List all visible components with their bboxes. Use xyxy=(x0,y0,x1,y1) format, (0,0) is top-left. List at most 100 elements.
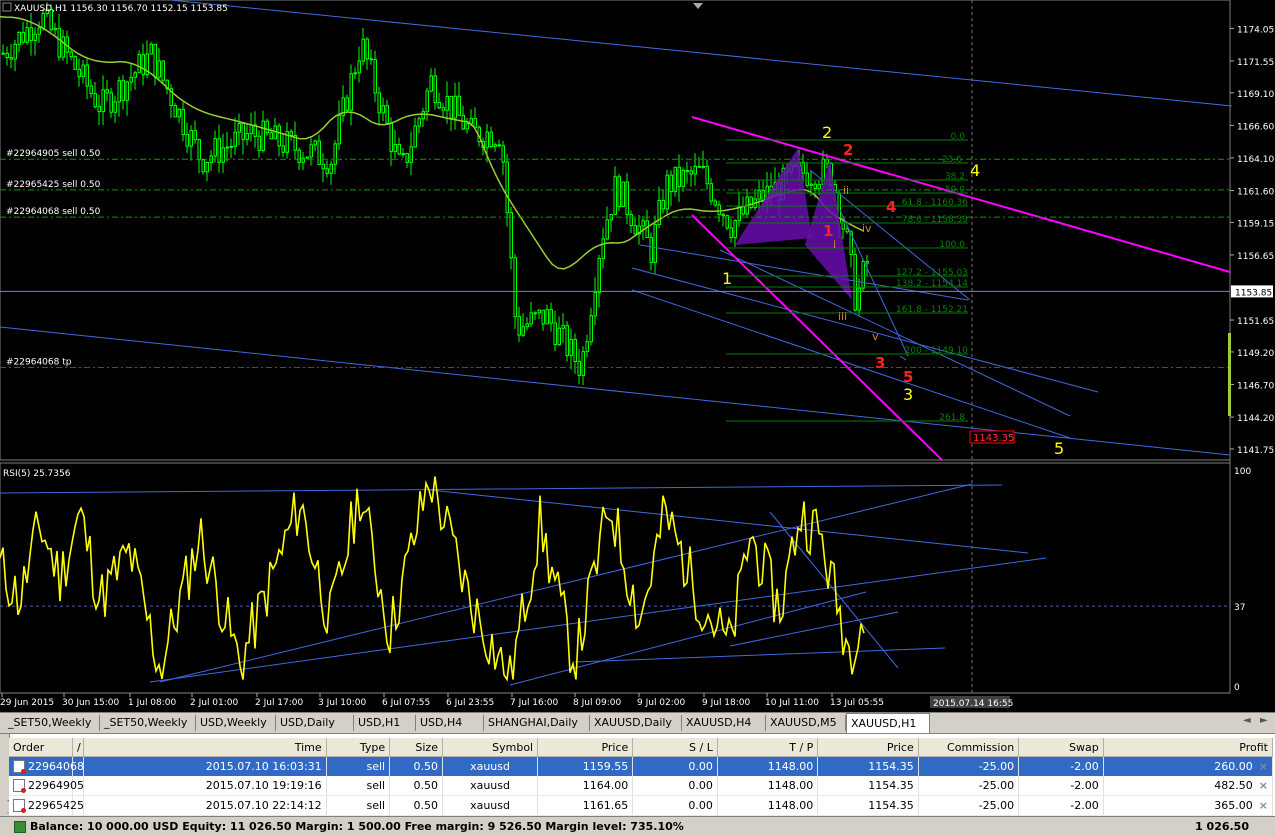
order-cell: 2015.07.10 19:19:16 xyxy=(83,776,327,796)
candle-body xyxy=(597,258,601,294)
column-header-11[interactable]: Swap xyxy=(1018,738,1104,757)
total-profit: 1 026.50 xyxy=(1195,820,1249,833)
candle-body xyxy=(425,90,429,113)
tab-xauusd-m5[interactable]: XAUUSD,M5 xyxy=(766,715,846,731)
order-cell: sell xyxy=(326,756,391,776)
chart-area[interactable]: 1174.05 1171.55 1169.10 1166.60 1164.10 1161.… xyxy=(0,0,1275,712)
order-row[interactable]: 22964905 2015.07.10 19:19:16 sell 0.50 xauus… xyxy=(9,776,1274,796)
order-row[interactable]: 22964068 2015.07.10 16:03:31 sell 0.50 xauus… xyxy=(9,756,1274,776)
order-line-label: #22964068 sell 0.50 xyxy=(6,207,101,217)
wave-label-orange: iii xyxy=(838,310,847,323)
candle-body xyxy=(697,165,701,168)
tab-usd-weekly[interactable]: USD,Weekly xyxy=(196,715,276,731)
candle-body xyxy=(381,105,385,114)
candle-body xyxy=(97,106,101,113)
order-cell: 1154.35 xyxy=(817,756,919,776)
order-cell: 0.00 xyxy=(632,776,718,796)
candle-body xyxy=(237,123,241,133)
time-tick-label: 6 Jul 07:55 xyxy=(382,698,430,708)
tab-xauusd-h4[interactable]: XAUUSD,H4 xyxy=(682,715,766,731)
order-cell: 0.50 xyxy=(389,776,443,796)
candle-body xyxy=(813,183,817,189)
candle-body xyxy=(233,131,237,147)
wave-label-red: 3 xyxy=(875,354,885,372)
column-header-12[interactable]: Profit xyxy=(1103,738,1274,757)
candle-body xyxy=(489,131,493,148)
candle-body xyxy=(1,52,5,55)
order-id-cell: 22964068 xyxy=(9,756,84,776)
order-line-label: #22964905 sell 0.50 xyxy=(6,149,101,159)
candle-body xyxy=(241,123,245,140)
order-cell: sell xyxy=(326,795,391,816)
column-header-6[interactable]: Price xyxy=(537,738,634,757)
candle-body xyxy=(81,64,85,78)
order-cell: -25.00 xyxy=(918,776,1020,796)
candle-body xyxy=(93,93,97,108)
candle-body xyxy=(197,139,201,161)
rsi-trend-line xyxy=(0,484,1003,494)
candle-body xyxy=(53,27,57,31)
candle-body xyxy=(221,147,225,163)
candle-body xyxy=(89,85,93,95)
tab-scroll-right-icon[interactable]: ► xyxy=(1260,715,1268,726)
candle-body xyxy=(645,220,649,239)
candle-body xyxy=(357,60,361,74)
candle-body xyxy=(213,138,217,157)
candle-body xyxy=(601,238,605,260)
fib-level-label: 0.0 xyxy=(951,132,966,142)
column-header-3[interactable]: Type xyxy=(326,738,391,757)
order-row[interactable]: 22965425 2015.07.10 22:14:12 sell 0.50 xauus… xyxy=(9,795,1274,816)
column-header-8[interactable]: T / P xyxy=(717,738,819,757)
rsi-tick-label: 100 xyxy=(1234,467,1251,477)
candle-body xyxy=(413,125,417,148)
tab-usd-daily[interactable]: USD,Daily xyxy=(276,715,354,731)
candle-body xyxy=(529,312,533,325)
candle-body xyxy=(661,199,665,210)
column-header-10[interactable]: Commission xyxy=(918,738,1020,757)
column-header-1[interactable]: / xyxy=(72,738,84,757)
price-tick-label: 1159.15 xyxy=(1237,219,1274,229)
candle-body xyxy=(61,36,65,58)
candle-body xyxy=(497,144,501,147)
candle-body xyxy=(269,132,273,140)
time-tick-label: 9 Jul 18:00 xyxy=(702,698,751,708)
column-header-9[interactable]: Price xyxy=(817,738,919,757)
close-order-icon[interactable]: × xyxy=(1259,779,1268,792)
tab-xauusd-h1[interactable]: XAUUSD,H1 xyxy=(846,713,930,733)
candle-body xyxy=(673,166,677,193)
wave-label-orange: iv xyxy=(862,222,872,235)
candle-body xyxy=(473,118,477,128)
order-cell: 2015.07.10 16:03:31 xyxy=(83,756,327,776)
time-tick-label: 2 Jul 01:00 xyxy=(190,698,239,708)
candle-body xyxy=(25,27,29,43)
price-tick-label: 1149.20 xyxy=(1237,349,1274,359)
candle-body xyxy=(441,107,445,111)
tab-set50-weekly[interactable]: _SET50,Weekly xyxy=(100,715,196,731)
price-tick-label: 1164.10 xyxy=(1237,155,1274,165)
tab-scroll-left-icon[interactable]: ◄ xyxy=(1243,715,1251,726)
rsi-line xyxy=(0,476,865,682)
column-header-0[interactable]: Order xyxy=(9,738,73,757)
column-header-5[interactable]: Symbol xyxy=(442,738,539,757)
price-chart[interactable]: 1174.051171.551169.101166.601164.101161.… xyxy=(0,0,1275,712)
tab-shanghai-daily[interactable]: SHANGHAI,Daily xyxy=(484,715,590,731)
close-order-icon[interactable]: × xyxy=(1259,760,1268,773)
candle-body xyxy=(229,145,233,148)
price-tick-label: 1161.60 xyxy=(1237,187,1274,197)
trend-line xyxy=(0,326,1231,456)
order-cell: 0.00 xyxy=(632,756,718,776)
column-header-4[interactable]: Size xyxy=(389,738,443,757)
candle-body xyxy=(397,143,401,155)
wave-label-red: 1 xyxy=(823,222,833,240)
close-order-icon[interactable]: × xyxy=(1259,799,1268,812)
tab-usd-h1[interactable]: USD,H1 xyxy=(354,715,416,731)
tab-set50-weekly[interactable]: _SET50,Weekly xyxy=(4,715,100,731)
column-header-7[interactable]: S / L xyxy=(632,738,718,757)
tab-usd-h4[interactable]: USD,H4 xyxy=(416,715,484,731)
candle-body xyxy=(29,27,33,41)
candle-body xyxy=(333,143,337,165)
column-header-2[interactable]: Time xyxy=(83,738,327,757)
candle-body xyxy=(421,111,425,120)
order-cell: 1154.35 xyxy=(817,795,919,816)
tab-xauusd-daily[interactable]: XAUUSD,Daily xyxy=(590,715,682,731)
